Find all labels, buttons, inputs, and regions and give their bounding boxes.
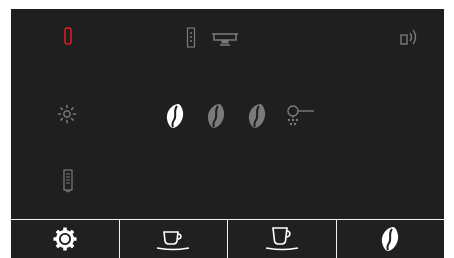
maintenance-button[interactable] (11, 220, 120, 258)
strength-button[interactable] (337, 220, 445, 258)
remote-connection-icon (400, 29, 417, 45)
espresso-cup-icon (157, 231, 190, 251)
gear-icon (53, 227, 77, 251)
grinder-setting-icon (287, 105, 314, 126)
coffee-machine-display (11, 9, 444, 258)
strength-bean-1 (166, 104, 184, 128)
strength-bean-2 (207, 104, 225, 128)
water-filter-icon (63, 169, 73, 193)
espresso-button[interactable] (120, 220, 228, 258)
water-tank-alert-icon (64, 27, 72, 45)
grounds-container-icon (186, 27, 196, 48)
coffee-bean-icon (382, 227, 399, 251)
drip-tray-icon (212, 33, 238, 46)
strength-bean-3 (248, 104, 266, 128)
coffee-cup-icon (265, 227, 298, 251)
bottom-button-bar (11, 219, 444, 258)
coffee-button[interactable] (228, 220, 337, 258)
brightness-icon (57, 104, 77, 124)
